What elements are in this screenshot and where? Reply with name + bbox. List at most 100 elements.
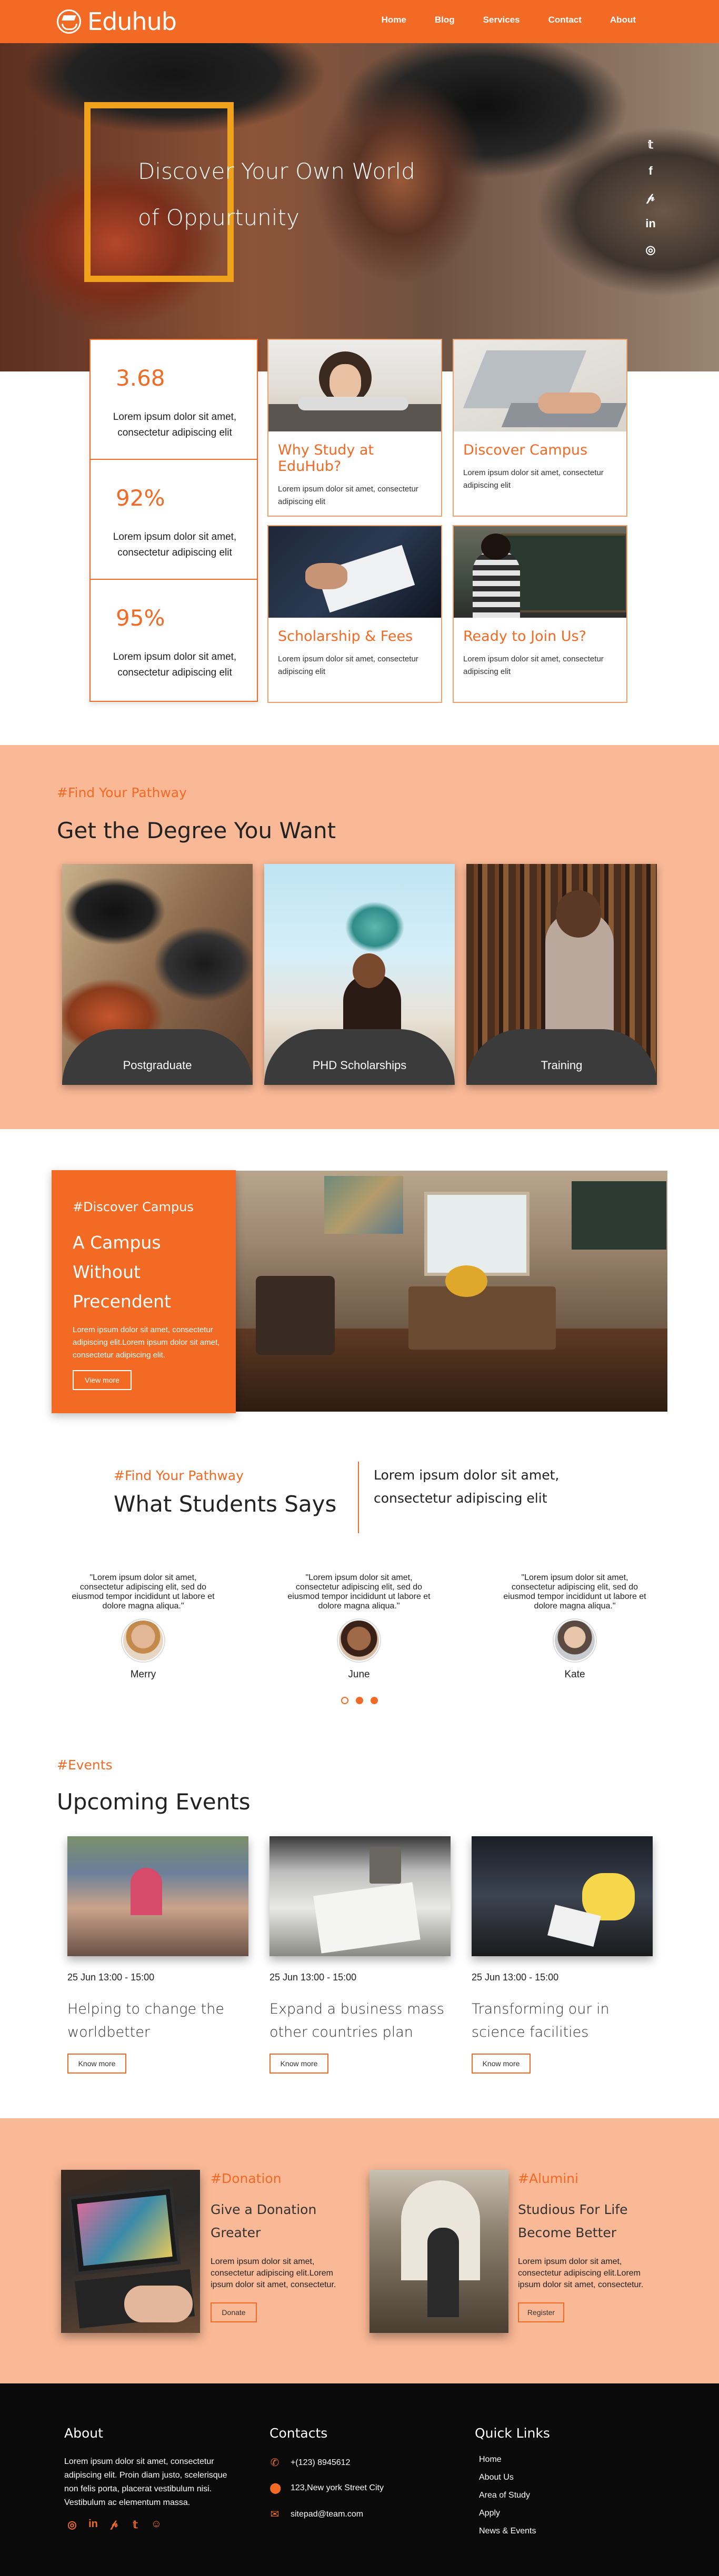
stat-text: Lorem ipsum dolor sit amet, consectetur … (113, 411, 237, 438)
phone-icon: ✆ (270, 2457, 279, 2469)
degree-card-training[interactable]: Training (466, 864, 657, 1085)
event-card: 25 Jun 13:00 - 15:00 Expand a business m… (269, 1836, 451, 2074)
carousel-dots (341, 1697, 378, 1704)
donate-button[interactable]: Donate (211, 2302, 257, 2322)
footer-link-apply[interactable]: Apply (479, 2509, 500, 2518)
nav-contact[interactable]: Contact (548, 15, 582, 25)
feature-card-why-study[interactable]: Why Study at EduHub? Lorem ipsum dolor s… (267, 339, 442, 517)
pinterest-icon[interactable]: 𝓅 (643, 190, 658, 204)
footer-email[interactable]: ✉ sitepad@team.com (269, 2508, 363, 2521)
writing-event-photo (269, 1836, 451, 1956)
testimonials-intro: Lorem ipsum dolor sit amet, consectetur … (374, 1467, 560, 1506)
snapchat-icon[interactable]: ☺ (151, 2518, 162, 2531)
testimonial-name: Kate (564, 1669, 585, 1680)
event-card: 25 Jun 13:00 - 15:00 Transforming our in… (472, 1836, 653, 2074)
linkedin-icon[interactable]: in (643, 217, 658, 230)
footer-phone[interactable]: ✆ +(123) 8945612 (269, 2456, 351, 2469)
section-text: Lorem ipsum dolor sit amet, consectetur … (73, 1325, 220, 1360)
stat-item: 95% Lorem ipsum dolor sit amet, consecte… (91, 580, 257, 700)
brand-name: Eduhub (87, 7, 177, 36)
footer-about-text: Lorem ipsum dolor sit amet, consectetur … (64, 2457, 227, 2507)
hero-title-line-2: of Oppurtunity (138, 205, 299, 230)
degree-card-phd[interactable]: PHD Scholarships (264, 864, 455, 1085)
mail-icon: ✉ (270, 2509, 279, 2520)
feature-card-text: Lorem ipsum dolor sit amet, consectetur … (463, 468, 604, 490)
testimonial-name: June (348, 1669, 370, 1680)
section-tag: #Find Your Pathway (57, 785, 187, 800)
email-text: sitepad@team.com (291, 2509, 364, 2519)
feature-card-text: Lorem ipsum dolor sit amet, consectetur … (278, 485, 418, 506)
avatar (338, 1619, 380, 1662)
pinterest-icon[interactable]: 𝓅 (108, 2518, 120, 2531)
testimonial-name: Merry (130, 1669, 156, 1680)
alumni-tag: #Alumini (518, 2171, 578, 2186)
degree-card-label: Postgraduate (123, 1059, 192, 1072)
degree-card-label: Training (541, 1059, 583, 1072)
classroom-photo (235, 1171, 667, 1412)
event-title: Helping to change the worldbetter (67, 2001, 224, 2040)
nav-blog[interactable]: Blog (435, 15, 455, 25)
instagram-icon[interactable]: ◎ (643, 243, 658, 257)
facebook-icon[interactable]: f (643, 164, 658, 178)
view-more-button[interactable]: View more (73, 1370, 132, 1390)
stat-value: 95% (116, 605, 165, 631)
site-footer: About Lorem ipsum dolor sit amet, consec… (0, 2383, 719, 2576)
feature-card-text: Lorem ipsum dolor sit amet, consectetur … (463, 655, 604, 676)
section-title: A Campus Without Precendent (73, 1232, 171, 1312)
know-more-button[interactable]: Know more (67, 2054, 126, 2074)
nav-home[interactable]: Home (382, 15, 406, 25)
alumni-hallway-photo (370, 2170, 508, 2333)
brand-logo[interactable]: Eduhub (57, 7, 177, 36)
testimonial-quote: "Lorem ipsum dolor sit amet, consectetur… (72, 1573, 215, 1611)
avatar (554, 1619, 596, 1662)
know-more-button[interactable]: Know more (269, 2054, 328, 2074)
degree-card-postgraduate[interactable]: Postgraduate (62, 864, 253, 1085)
hero-banner: Discover Your Own World of Oppurtunity 𝕥… (0, 43, 719, 371)
laptop-typing-photo (454, 340, 626, 431)
know-more-button[interactable]: Know more (472, 2054, 531, 2074)
address-text: 123,New york Street City (291, 2483, 384, 2492)
footer-address: ⬤ 123,New york Street City (269, 2481, 384, 2494)
hero-title-line-1: Discover Your Own World (138, 158, 415, 184)
section-title: Get the Degree You Want (57, 818, 336, 843)
carousel-dot[interactable] (356, 1697, 363, 1704)
nav-services[interactable]: Services (483, 15, 520, 25)
study-group-event-photo (472, 1836, 653, 1956)
avatar (122, 1619, 164, 1662)
feature-card-title: Ready to Join Us? (463, 628, 586, 645)
donation-text: Lorem ipsum dolor sit amet, consectetur … (211, 2257, 336, 2289)
footer-link-news-events[interactable]: News & Events (479, 2527, 536, 2536)
location-pin-icon: ⬤ (269, 2482, 282, 2494)
event-date: 25 Jun 13:00 - 15:00 (67, 1972, 155, 1983)
nav-about[interactable]: About (610, 15, 636, 25)
footer-link-area-of-study[interactable]: Area of Study (479, 2491, 530, 2500)
carousel-dot[interactable] (371, 1697, 378, 1704)
footer-link-home[interactable]: Home (479, 2455, 502, 2464)
top-navbar: Eduhub Home Blog Services Contact About (0, 0, 719, 43)
hero-title: Discover Your Own World of Oppurtunity (138, 148, 454, 241)
testimonial-item: "Lorem ipsum dolor sit amet, consectetur… (285, 1573, 433, 1681)
main-nav: Home Blog Services Contact About (382, 15, 636, 25)
twitter-icon[interactable]: 𝕥 (643, 138, 658, 152)
section-tag: #Events (57, 1757, 113, 1773)
instagram-icon[interactable]: ◎ (66, 2518, 78, 2531)
register-button[interactable]: Register (518, 2302, 564, 2322)
writing-notes-photo (268, 526, 441, 618)
feature-card-discover-campus[interactable]: Discover Campus Lorem ipsum dolor sit am… (453, 339, 627, 517)
degree-card-overlay (466, 1029, 657, 1085)
stat-text: Lorem ipsum dolor sit amet, consectetur … (113, 531, 237, 558)
section-title: Upcoming Events (57, 1789, 251, 1815)
feature-card-scholarship[interactable]: Scholarship & Fees Lorem ipsum dolor sit… (267, 525, 442, 703)
event-title: Transforming our in science facilities (472, 2001, 610, 2040)
section-title: What Students Says (114, 1491, 337, 1517)
stat-item: 92% Lorem ipsum dolor sit amet, consecte… (91, 460, 257, 580)
linkedin-icon[interactable]: in (87, 2518, 99, 2531)
twitter-icon[interactable]: 𝕥 (129, 2518, 141, 2531)
donation-tag: #Donation (211, 2171, 282, 2186)
footer-link-about[interactable]: About Us (479, 2473, 514, 2482)
classroom-event-photo (67, 1836, 248, 1956)
stat-value: 92% (116, 485, 165, 511)
feature-card-join-us[interactable]: Ready to Join Us? Lorem ipsum dolor sit … (453, 525, 627, 703)
event-title: Expand a business mass other countries p… (269, 2001, 444, 2040)
carousel-dot[interactable] (341, 1697, 348, 1704)
